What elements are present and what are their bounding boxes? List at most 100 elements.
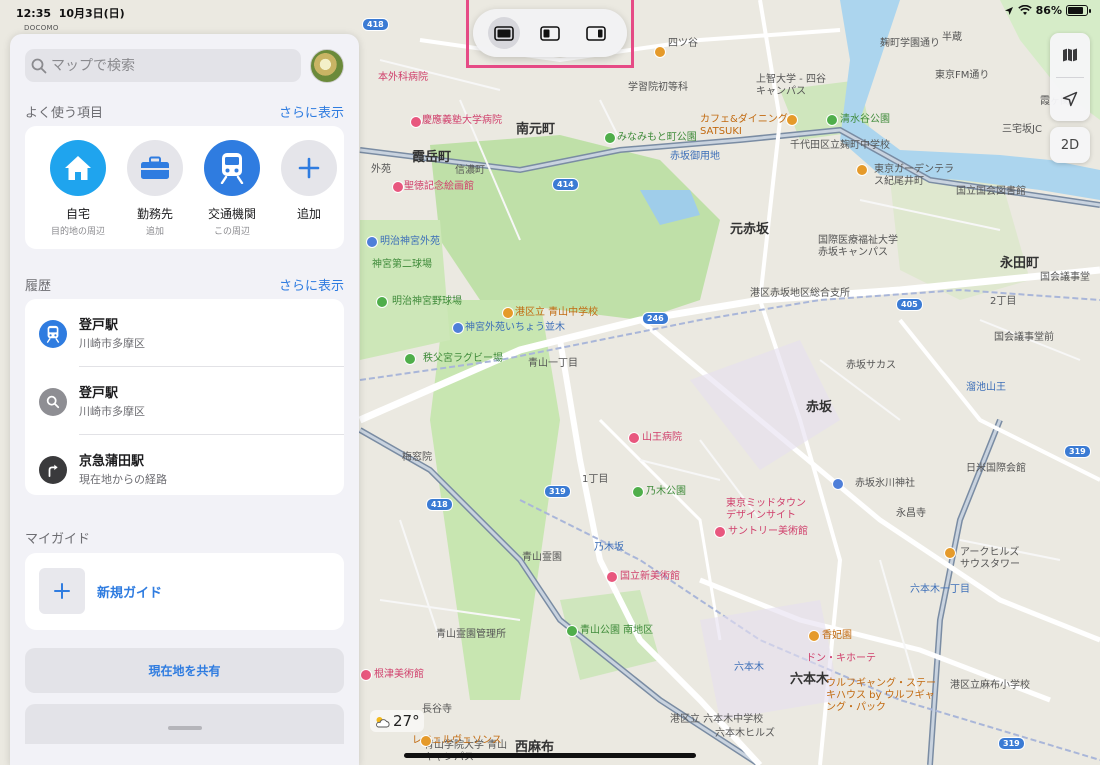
poi-pin[interactable] — [566, 625, 578, 637]
search-icon — [31, 58, 47, 73]
route-shield: 246 — [642, 312, 669, 325]
map-mode-button[interactable] — [1050, 33, 1090, 77]
house-icon — [65, 156, 91, 180]
view-2d-button[interactable]: 2D — [1050, 127, 1090, 163]
poi-pin[interactable] — [714, 526, 726, 538]
sidebar-panel: よく使う項目 さらに表示 自宅 目的地の周辺 勤務先 追加 交通機関 この周辺 — [10, 34, 359, 765]
favorite-transit[interactable]: 交通機関 この周辺 — [196, 140, 268, 237]
map-label: 六本木ヒルズ — [715, 728, 775, 739]
plus-icon — [54, 583, 70, 599]
recent-icon-circle — [39, 320, 67, 348]
map-label: 梅窓院 — [402, 452, 432, 463]
map-label: 永田町 — [1000, 256, 1040, 271]
split-view-button[interactable] — [534, 17, 566, 49]
recents-more-link[interactable]: さらに表示 — [279, 275, 344, 294]
poi-pin[interactable] — [410, 116, 422, 128]
map-label: カフェ&ダイニング SATSUKI — [700, 114, 788, 137]
share-location-button[interactable]: 現在地を共有 — [25, 648, 344, 693]
map-label: 国際医療福祉大学 赤坂キャンパス — [818, 235, 898, 258]
favorite-work[interactable]: 勤務先 追加 — [119, 140, 191, 237]
slide-over-button[interactable] — [580, 17, 612, 49]
favorite-label: 追加 — [296, 207, 321, 221]
full-screen-icon — [494, 25, 514, 41]
map-label: ウルフギャング・ステーキハウス by ウルフギャング・パック — [826, 678, 936, 713]
recent-title: 京急蒲田駅 — [79, 454, 145, 469]
map-label: 上智大学 - 四谷キャンパス — [756, 74, 826, 97]
weather-badge: 27° — [370, 710, 424, 732]
map-label: 赤坂御用地 — [670, 151, 720, 162]
sheet-grabber[interactable] — [168, 726, 202, 730]
map-label: 聖徳記念絵画館 — [404, 181, 474, 192]
battery-level — [1068, 7, 1083, 14]
favorite-label: 勤務先 — [136, 207, 173, 221]
status-time-date: 12:35 10月3日(日) — [16, 5, 125, 21]
poi-pin[interactable] — [360, 669, 372, 681]
poi-pin[interactable] — [786, 114, 798, 126]
map-label: 青山公園 南地区 — [580, 625, 654, 636]
report-issue-button[interactable] — [25, 704, 344, 744]
poi-pin[interactable] — [404, 353, 416, 365]
favorite-transit-circle — [204, 140, 260, 196]
poi-pin[interactable] — [632, 486, 644, 498]
poi-pin[interactable] — [628, 432, 640, 444]
map-label: 学習院初等科 — [628, 82, 688, 93]
map-label: 秩父宮ラグビー場 — [423, 353, 503, 364]
poi-pin[interactable] — [604, 132, 616, 144]
recent-icon-circle — [39, 388, 67, 416]
recent-item[interactable]: 登戸駅 川崎市多摩区 — [25, 367, 344, 435]
favorite-add[interactable]: 追加 — [273, 140, 345, 224]
map-controls — [1050, 33, 1090, 121]
poi-pin[interactable] — [452, 322, 464, 334]
map-label: 東京FM通り — [935, 70, 990, 81]
search-bar[interactable] — [25, 49, 301, 82]
map-label: 乃木坂 — [594, 542, 624, 553]
poi-pin[interactable] — [392, 181, 404, 193]
search-icon — [46, 395, 60, 409]
poi-pin[interactable] — [826, 114, 838, 126]
battery-percent: 86% — [1035, 4, 1062, 17]
poi-pin[interactable] — [420, 735, 432, 747]
avatar[interactable] — [310, 49, 344, 83]
favorite-home[interactable]: 自宅 目的地の周辺 — [42, 140, 114, 237]
map-label: アークヒルズ サウスタワー — [960, 547, 1020, 570]
status-time: 12:35 — [16, 7, 52, 20]
poi-pin[interactable] — [808, 630, 820, 642]
new-guide-card[interactable]: 新規ガイド — [25, 553, 344, 630]
map-label: 根津美術館 — [374, 669, 424, 680]
map-label: 港区立 六本木中学校 — [670, 714, 764, 725]
poi-pin[interactable] — [606, 571, 618, 583]
poi-pin[interactable] — [654, 46, 666, 58]
poi-pin[interactable] — [502, 307, 514, 319]
favorite-work-circle — [127, 140, 183, 196]
multitask-menu — [473, 9, 627, 57]
recents-card: 登戸駅 川崎市多摩区 登戸駅 川崎市多摩区 京急蒲田駅 現在地からの経路 — [25, 299, 344, 495]
poi-pin[interactable] — [832, 478, 844, 490]
map-label: 青山霊園 — [522, 552, 562, 563]
map-label: 永昌寺 — [896, 508, 926, 519]
recent-item[interactable]: 京急蒲田駅 現在地からの経路 — [25, 435, 344, 495]
recent-item[interactable]: 登戸駅 川崎市多摩区 — [25, 299, 344, 367]
poi-pin[interactable] — [366, 236, 378, 248]
favorites-more-link[interactable]: さらに表示 — [279, 102, 344, 121]
map-label: 神宮第二球場 — [372, 259, 432, 270]
route-shield: 418 — [426, 498, 453, 511]
map-label: みなみもと町公園 — [617, 132, 697, 143]
map-label: 長谷寺 — [422, 704, 452, 715]
full-screen-button[interactable] — [488, 17, 520, 49]
recent-subtitle: 現在地からの経路 — [79, 473, 167, 486]
map-label: 東京ガーデンテラス紀尾井町 — [874, 164, 954, 187]
poi-pin[interactable] — [944, 547, 956, 559]
favorites-title: よく使う項目 — [25, 106, 104, 121]
current-location-button[interactable] — [1050, 77, 1090, 121]
map-label: 赤坂 — [806, 400, 833, 415]
map-label: 半蔵 — [942, 32, 962, 43]
directions-icon — [48, 464, 58, 477]
map-label: 三宅坂JC — [1002, 124, 1042, 135]
poi-pin[interactable] — [376, 296, 388, 308]
map-label: 清水谷公園 — [840, 114, 890, 125]
favorite-sublabel: この周辺 — [213, 227, 250, 237]
home-indicator[interactable] — [404, 753, 696, 758]
poi-pin[interactable] — [856, 164, 868, 176]
carrier-label: DOCOMO — [24, 24, 59, 32]
search-input[interactable] — [51, 57, 281, 74]
